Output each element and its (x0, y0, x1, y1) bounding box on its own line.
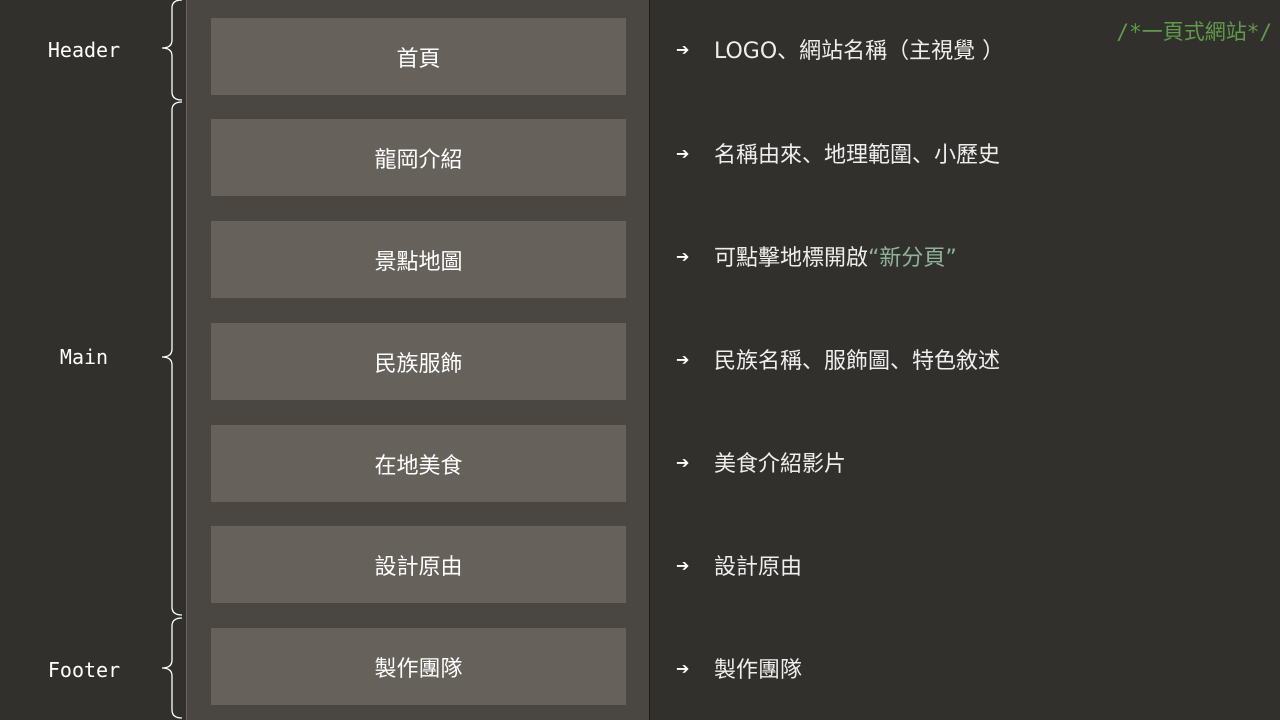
diagram-page: Header Main Footer 首頁 龍岡介紹 景點地圖 民族服飾 在地美… (0, 0, 1280, 720)
desc-text: 名稱由來、地理範圍、小歷史 (714, 143, 1001, 168)
section-label-main: Main (59, 345, 109, 369)
desc-text: LOGO、網站名稱（主視覺 ） (714, 39, 1005, 64)
desc-text: 民族名稱、服飾圖、特色敘述 (714, 349, 1001, 374)
new-tab-highlight: “新分頁” (868, 246, 957, 271)
box-local-food: 在地美食 (211, 425, 626, 502)
desc-local-food: ➔ 美食介紹影片 (676, 447, 846, 477)
arrow-icon: ➔ (676, 452, 690, 472)
desc-text: 製作團隊 (714, 658, 803, 683)
box-longgang-intro: 龍岡介紹 (211, 119, 626, 196)
section-label-footer: Footer (47, 658, 121, 682)
section-label-header: Header (47, 38, 121, 62)
sitemap-column: 首頁 龍岡介紹 景點地圖 民族服飾 在地美食 設計原由 製作團隊 (186, 0, 650, 720)
arrow-icon: ➔ (676, 658, 690, 678)
box-design-reason: 設計原由 (211, 526, 626, 603)
desc-home: ➔ LOGO、網站名稱（主視覺 ） (676, 34, 1004, 64)
box-attraction-map: 景點地圖 (211, 221, 626, 298)
box-ethnic-costume: 民族服飾 (211, 323, 626, 400)
arrow-icon: ➔ (676, 246, 690, 266)
arrow-icon: ➔ (676, 555, 690, 575)
desc-design-reason: ➔ 設計原由 (676, 550, 802, 580)
code-comment: /*一頁式網站*/ (1116, 20, 1272, 44)
box-team: 製作團隊 (211, 628, 626, 705)
desc-text: 美食介紹影片 (714, 452, 847, 477)
desc-longgang-intro: ➔ 名稱由來、地理範圍、小歷史 (676, 138, 1000, 168)
desc-text: 設計原由 (714, 555, 803, 580)
desc-attraction-map: ➔ 可點擊地標開啟 “新分頁” (676, 241, 957, 271)
arrow-icon: ➔ (676, 349, 690, 369)
desc-team: ➔ 製作團隊 (676, 653, 802, 683)
arrow-icon: ➔ (676, 39, 690, 59)
box-home: 首頁 (211, 18, 626, 95)
desc-ethnic-costume: ➔ 民族名稱、服飾圖、特色敘述 (676, 344, 1000, 374)
arrow-icon: ➔ (676, 143, 690, 163)
desc-text: 可點擊地標開啟 (714, 246, 869, 271)
